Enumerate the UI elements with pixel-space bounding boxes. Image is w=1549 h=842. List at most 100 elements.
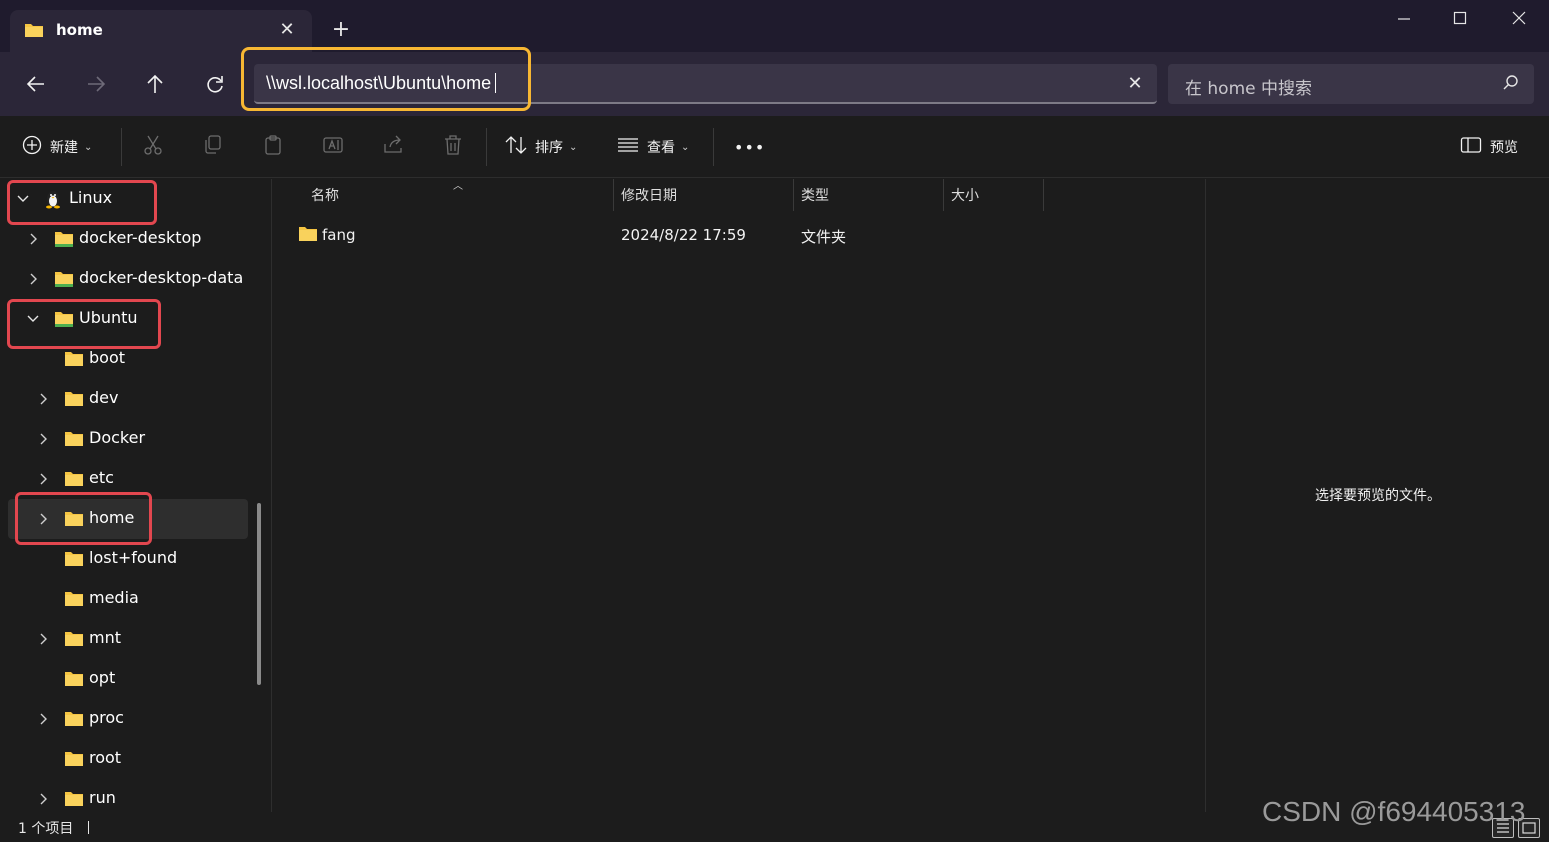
navigation-bar: \\wsl.localhost\Ubuntu\home ✕ 在 home 中搜索 (0, 52, 1549, 116)
rename-button[interactable] (318, 134, 348, 160)
tree-item-dev[interactable]: dev (8, 379, 248, 419)
search-icon[interactable] (1502, 74, 1520, 96)
close-tab-icon[interactable]: ✕ (276, 19, 298, 41)
folder-icon (64, 391, 84, 411)
view-button[interactable]: 查看 ⌄ (617, 134, 689, 160)
scissors-icon (143, 134, 163, 160)
folder-icon (64, 711, 84, 731)
chevron-right-icon[interactable] (36, 792, 50, 806)
column-header-modified[interactable]: 修改日期 (621, 185, 677, 211)
sort-label: 排序 (535, 140, 563, 156)
more-options-button[interactable]: ••• (734, 134, 765, 160)
chevron-right-icon[interactable] (36, 432, 50, 446)
tree-item-label: docker-desktop-data (79, 268, 244, 287)
sort-button[interactable]: 排序 ⌄ (505, 134, 577, 160)
chevron-down-icon[interactable] (16, 192, 30, 206)
item-count: 1 个项目 (18, 821, 74, 837)
column-header-size[interactable]: 大小 (951, 185, 979, 211)
preview-pane-button[interactable]: 预览 (1460, 134, 1518, 160)
copy-button[interactable] (198, 134, 228, 160)
chevron-right-icon[interactable] (36, 512, 50, 526)
folder-icon (64, 551, 84, 571)
folder-icon (298, 226, 318, 246)
preview-label: 预览 (1490, 140, 1518, 156)
folder-network-icon (54, 231, 74, 252)
back-button[interactable] (24, 72, 48, 96)
tree-item-mnt[interactable]: mnt (8, 619, 248, 659)
column-divider[interactable] (613, 179, 614, 211)
view-label: 查看 (647, 140, 675, 156)
address-input[interactable]: \\wsl.localhost\Ubuntu\home ✕ (254, 64, 1157, 104)
watermark: CSDN @f694405313 (1262, 796, 1526, 827)
tree-item-lost-found[interactable]: lost+found (8, 539, 248, 579)
tree-item-docker-desktop[interactable]: docker-desktop (8, 219, 248, 259)
chevron-right-icon[interactable] (36, 472, 50, 486)
column-divider[interactable] (793, 179, 794, 211)
chevron-right-icon[interactable] (36, 392, 50, 406)
tree-item-linux[interactable]: Linux (8, 179, 248, 219)
table-row[interactable]: fang 2024/8/22 17:59 文件夹 (285, 219, 1185, 251)
tree-item-ubuntu[interactable]: Ubuntu (8, 299, 248, 339)
status-divider (88, 821, 89, 834)
forward-button[interactable] (84, 72, 108, 96)
cut-button[interactable] (138, 134, 168, 160)
chevron-right-icon[interactable] (26, 232, 40, 246)
chevron-down-icon: ⌄ (569, 141, 578, 153)
tab-home[interactable]: home ✕ (10, 10, 312, 52)
folder-icon (64, 471, 84, 491)
tree-item-label: Ubuntu (79, 308, 138, 327)
tree-item-media[interactable]: media (8, 579, 248, 619)
refresh-button[interactable] (203, 72, 227, 96)
sort-icon (505, 135, 527, 159)
column-divider[interactable] (943, 179, 944, 211)
tree-item-label: mnt (89, 628, 121, 647)
up-button[interactable] (143, 72, 167, 96)
folder-icon (64, 751, 84, 771)
folder-icon (64, 591, 84, 611)
search-input[interactable]: 在 home 中搜索 (1168, 64, 1534, 104)
preview-pane-icon (1460, 136, 1482, 158)
tree-item-opt[interactable]: opt (8, 659, 248, 699)
tree-item-docker[interactable]: Docker (8, 419, 248, 459)
address-path: \\wsl.localhost\Ubuntu\home (266, 73, 497, 94)
share-button[interactable] (378, 134, 408, 160)
folder-network-icon (54, 271, 74, 292)
clear-address-icon[interactable]: ✕ (1124, 73, 1146, 95)
delete-button[interactable] (438, 134, 468, 160)
copy-icon (203, 134, 223, 160)
tree-item-root[interactable]: root (8, 739, 248, 779)
new-tab-button[interactable]: + (330, 19, 352, 41)
sidebar-scrollbar[interactable] (257, 503, 261, 685)
tree-item-label: Linux (69, 188, 113, 207)
column-header-type[interactable]: 类型 (801, 185, 829, 211)
new-button[interactable]: 新建 ⌄ (22, 134, 92, 160)
chevron-right-icon[interactable] (36, 712, 50, 726)
chevron-down-icon[interactable] (26, 312, 40, 326)
tree-item-proc[interactable]: proc (8, 699, 248, 739)
column-divider[interactable] (1043, 179, 1044, 211)
maximize-button[interactable] (1440, 6, 1480, 32)
tree-item-label: lost+found (89, 548, 178, 567)
clipboard-icon (263, 134, 283, 160)
linux-penguin-icon (44, 189, 62, 213)
column-header-name[interactable]: 名称 (311, 185, 339, 211)
trash-icon (443, 134, 463, 160)
minimize-button[interactable] (1384, 6, 1424, 32)
toolbar-divider (486, 128, 487, 166)
tree-item-boot[interactable]: boot (8, 339, 248, 379)
tree-item-label: etc (89, 468, 114, 487)
folder-network-icon (54, 311, 74, 332)
folder-icon (24, 22, 44, 42)
close-window-button[interactable] (1499, 6, 1539, 32)
view-list-icon (617, 137, 639, 157)
tree-item-run[interactable]: run (8, 779, 248, 812)
chevron-right-icon[interactable] (26, 272, 40, 286)
chevron-right-icon[interactable] (36, 632, 50, 646)
file-modified: 2024/8/22 17:59 (621, 226, 746, 244)
tree-item-home[interactable]: home (8, 499, 248, 539)
tree-item-docker-desktop-data[interactable]: docker-desktop-data (8, 259, 248, 299)
tree-item-etc[interactable]: etc (8, 459, 248, 499)
paste-button[interactable] (258, 134, 288, 160)
new-label: 新建 (50, 140, 78, 156)
chevron-down-icon: ⌄ (84, 141, 93, 153)
